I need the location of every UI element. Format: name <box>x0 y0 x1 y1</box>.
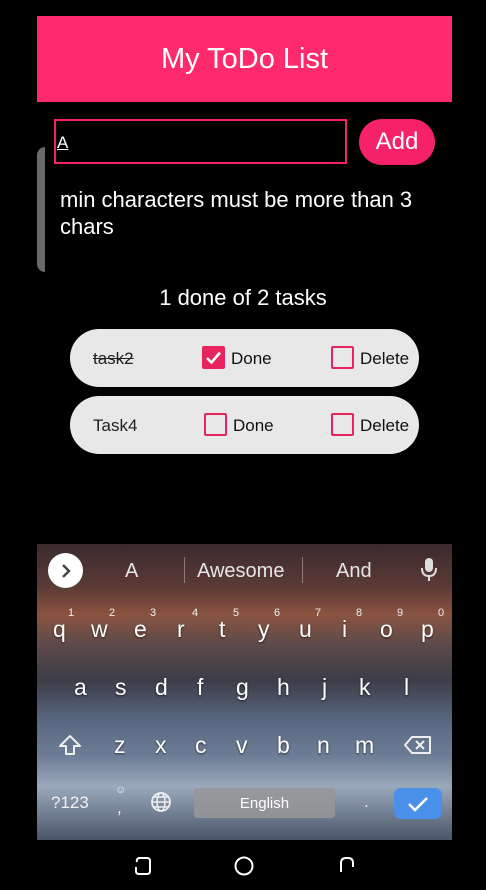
key-i[interactable]: i <box>342 616 347 643</box>
enter-key[interactable] <box>394 788 442 819</box>
key-l[interactable]: l <box>404 674 409 701</box>
key-p[interactable]: p <box>421 616 434 643</box>
backspace-icon[interactable] <box>404 736 432 754</box>
suggestion-strip: A Awesome And <box>37 544 452 596</box>
key-m[interactable]: m <box>355 732 374 759</box>
key-d[interactable]: d <box>155 674 168 701</box>
key-b[interactable]: b <box>277 732 290 759</box>
key-h[interactable]: h <box>277 674 290 701</box>
soft-keyboard: A Awesome And q 1 w 2 e 3 r 4 t 5 y 6 u … <box>37 544 452 840</box>
recents-icon[interactable] <box>133 855 153 877</box>
key-o[interactable]: o <box>380 616 393 643</box>
app-header: My ToDo List <box>37 16 452 102</box>
key-q[interactable]: q <box>53 616 66 643</box>
key-x[interactable]: x <box>155 732 167 759</box>
key-hint: 9 <box>397 607 404 619</box>
key-f[interactable]: f <box>197 674 203 701</box>
period-key[interactable]: . <box>364 792 369 812</box>
key-k[interactable]: k <box>359 674 371 701</box>
key-hint: 4 <box>192 607 199 619</box>
delete-checkbox[interactable] <box>331 346 354 369</box>
key-r[interactable]: r <box>177 616 185 643</box>
symbols-key[interactable]: ?123 <box>51 793 89 813</box>
key-c[interactable]: c <box>195 732 207 759</box>
check-icon <box>206 351 221 365</box>
suggestion-divider <box>302 557 303 583</box>
key-e[interactable]: e <box>134 616 147 643</box>
shift-icon[interactable] <box>58 734 82 756</box>
done-label: Done <box>231 349 272 368</box>
task-item: task2 Done Delete <box>70 329 419 387</box>
task-input[interactable]: A <box>54 119 347 164</box>
key-hint: 1 <box>68 607 75 619</box>
key-s[interactable]: s <box>115 674 127 701</box>
key-y[interactable]: y <box>258 616 270 643</box>
key-t[interactable]: t <box>219 616 225 643</box>
delete-label: Delete <box>360 416 410 435</box>
key-hint: 8 <box>356 607 363 619</box>
suggestion[interactable]: Awesome <box>197 560 284 583</box>
chevron-right-icon <box>61 563 71 578</box>
comma-key[interactable]: , <box>117 798 122 818</box>
keyboard-expand-button[interactable] <box>48 553 83 588</box>
key-g[interactable]: g <box>236 674 249 701</box>
key-w[interactable]: w <box>91 616 108 643</box>
home-icon[interactable] <box>233 855 255 877</box>
suggestion-divider <box>184 557 185 583</box>
key-hint: 7 <box>315 607 322 619</box>
delete-checkbox[interactable] <box>331 413 354 436</box>
drawer-handle[interactable] <box>37 147 45 272</box>
emoji-hint: ☺ <box>115 784 127 796</box>
task-name: task2 <box>93 349 134 368</box>
back-icon[interactable] <box>337 855 357 877</box>
key-u[interactable]: u <box>299 616 312 643</box>
key-a[interactable]: a <box>74 674 87 701</box>
space-key[interactable]: English <box>194 788 335 818</box>
key-j[interactable]: j <box>322 674 327 701</box>
delete-label: Delete <box>360 349 410 368</box>
add-button[interactable]: Add <box>359 119 435 165</box>
key-hint: 2 <box>109 607 116 619</box>
globe-icon[interactable] <box>150 791 172 813</box>
task-name: Task4 <box>93 416 138 435</box>
mic-icon[interactable] <box>420 557 438 583</box>
suggestion[interactable]: And <box>336 560 372 583</box>
task-input-value: A <box>57 133 69 152</box>
task-item: Task4 Done Delete <box>70 396 419 454</box>
done-label: Done <box>233 416 274 435</box>
done-checkbox[interactable] <box>202 346 225 369</box>
key-n[interactable]: n <box>317 732 330 759</box>
key-hint: 6 <box>274 607 281 619</box>
key-hint: 0 <box>438 607 445 619</box>
key-z[interactable]: z <box>114 732 126 759</box>
tasks-summary: 1 done of 2 tasks <box>159 285 327 310</box>
key-hint: 3 <box>150 607 157 619</box>
navigation-bar <box>0 845 486 890</box>
done-checkbox[interactable] <box>204 413 227 436</box>
app-title: My ToDo List <box>160 42 329 75</box>
key-v[interactable]: v <box>236 732 248 759</box>
key-hint: 5 <box>233 607 240 619</box>
suggestion[interactable]: A <box>125 560 138 583</box>
validation-error: min characters must be more than 3 chars <box>60 187 413 239</box>
check-icon <box>408 796 428 812</box>
